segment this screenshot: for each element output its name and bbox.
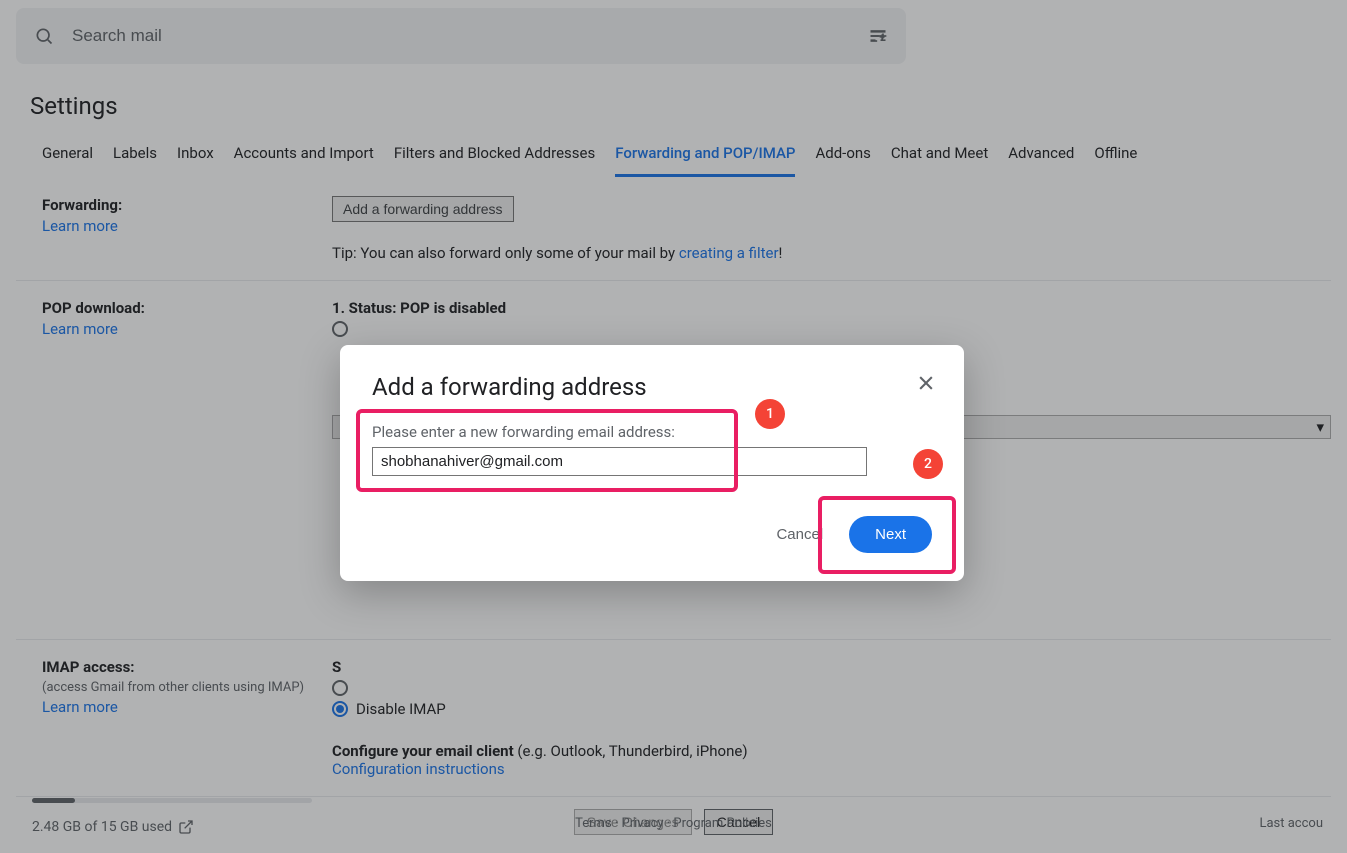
modal-cancel-button[interactable]: Cancel [776,526,823,543]
add-forwarding-modal: Add a forwarding address Please enter a … [340,345,964,581]
modal-overlay: Add a forwarding address Please enter a … [0,0,1347,853]
modal-prompt: Please enter a new forwarding email addr… [372,423,932,441]
modal-title: Add a forwarding address [372,373,932,401]
modal-next-button[interactable]: Next [849,516,932,553]
close-icon[interactable] [912,369,940,397]
forwarding-email-input[interactable] [372,447,867,476]
